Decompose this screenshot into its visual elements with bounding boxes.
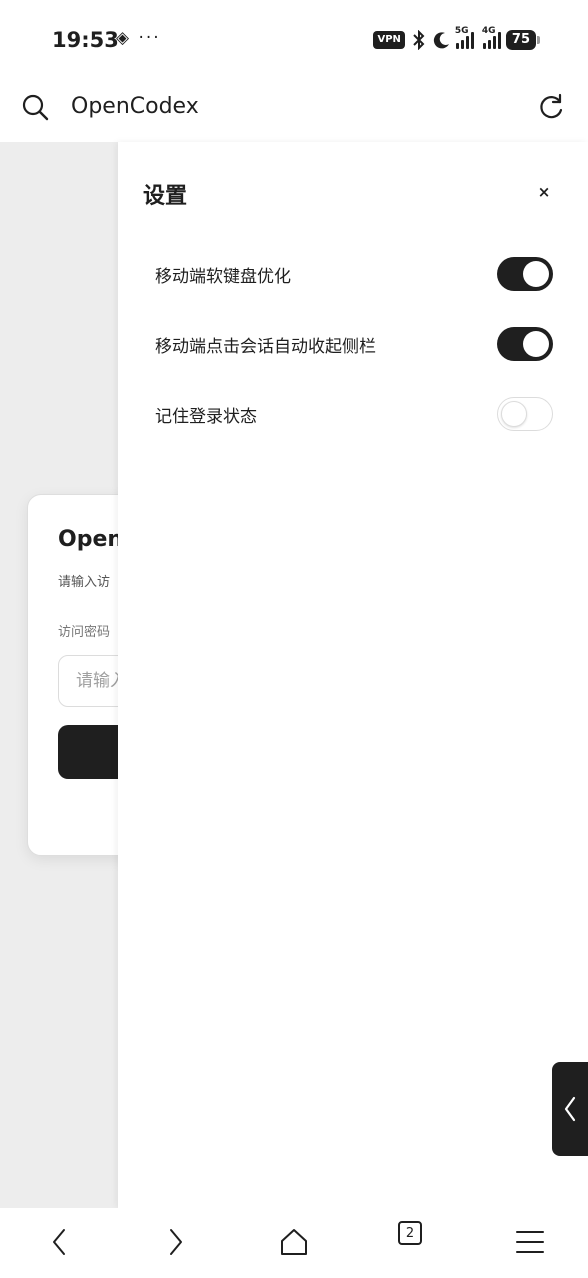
setting-keyboard-optimization: 移动端软键盘优化 <box>155 256 553 292</box>
battery-icon: 75 <box>505 30 541 50</box>
tabs-button[interactable]: 2 <box>398 1221 424 1247</box>
refresh-icon[interactable] <box>536 92 566 122</box>
tabs-count: 2 <box>398 1221 422 1245</box>
keyboard-optimization-toggle[interactable] <box>497 257 553 291</box>
side-panel-tab[interactable] <box>552 1062 588 1156</box>
status-time: 19:53 <box>52 28 119 52</box>
back-icon[interactable] <box>42 1225 76 1259</box>
status-bar: 19:53 ◈ ··· VPN 5G 4G 75 <box>0 0 588 80</box>
login-title: Open <box>58 527 124 552</box>
signal-5g-icon: 5G <box>455 26 474 49</box>
moon-icon <box>433 32 449 49</box>
chevron-left-icon <box>564 1096 576 1122</box>
address-bar[interactable]: OpenCodex <box>0 80 588 142</box>
login-subtitle: 请输入访 <box>58 575 111 590</box>
remember-login-toggle[interactable] <box>497 397 553 431</box>
signal-4g-icon: 4G <box>482 26 501 49</box>
menu-icon[interactable] <box>513 1225 547 1259</box>
setting-remember-login: 记住登录状态 <box>155 396 553 432</box>
setting-label: 移动端点击会话自动收起侧栏 <box>155 336 376 357</box>
settings-drawer: 设置 × 移动端软键盘优化 移动端点击会话自动收起侧栏 记住登录状态 <box>118 142 588 1208</box>
search-icon[interactable] <box>20 92 50 122</box>
setting-auto-collapse-sidebar: 移动端点击会话自动收起侧栏 <box>155 326 553 362</box>
page-title[interactable]: OpenCodex <box>71 94 199 119</box>
setting-label: 记住登录状态 <box>155 406 257 427</box>
home-icon[interactable] <box>277 1225 311 1259</box>
status-notification-icons: ◈ ··· <box>116 28 161 48</box>
status-indicators: VPN 5G 4G 75 <box>373 26 541 52</box>
settings-title: 设置 <box>143 184 188 209</box>
close-icon[interactable]: × <box>532 180 556 204</box>
setting-label: 移动端软键盘优化 <box>155 266 291 287</box>
vpn-icon: VPN <box>373 31 405 49</box>
auto-collapse-sidebar-toggle[interactable] <box>497 327 553 361</box>
forward-icon[interactable] <box>159 1225 193 1259</box>
password-label: 访问密码 <box>58 625 111 640</box>
bottom-navigation: 2 <box>0 1208 588 1278</box>
bluetooth-icon <box>413 30 425 50</box>
